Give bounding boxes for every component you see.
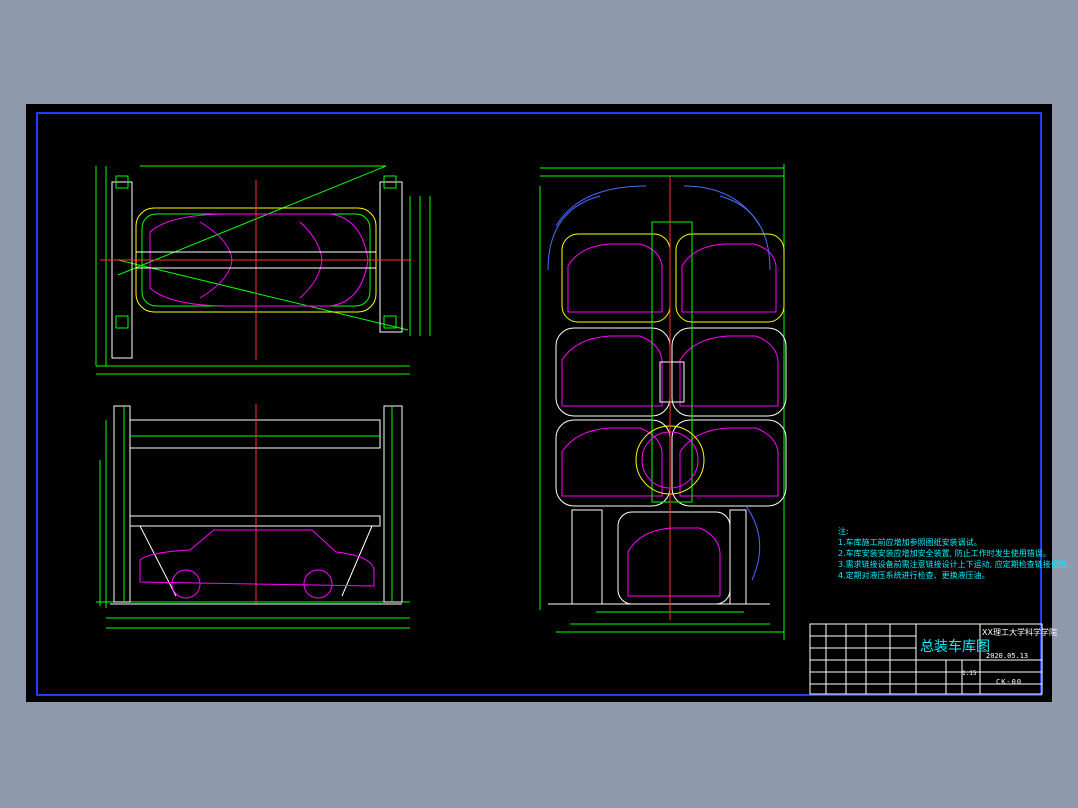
drawing-date: 2020.05.13 [986, 652, 1029, 660]
note-item-1: 1.车库施工前应增加参照图纸安装调试。 [838, 538, 982, 547]
notes-heading: 注: [838, 527, 849, 536]
drawing-title: 总装车库图 [920, 639, 990, 655]
school-name: XX理工大学科学学院 [982, 628, 1057, 637]
plan-view [95, 165, 431, 375]
drawing-scale: 1:15 [962, 670, 977, 677]
note-item-3: 3.需求链接设备前需注意链接设计上下运动, 应定期检查链接设施。 [838, 560, 1075, 569]
note-item-4: 4.定期对液压系统进行检查、更换液压油。 [838, 571, 990, 580]
drawing-code: CK-00 [996, 678, 1023, 686]
front-elevation [539, 164, 787, 640]
drawing-linework [95, 164, 1043, 695]
notes-block: 注: 1.车库施工前应增加参照图纸安装调试。 2.车库安装安装应增加安全装置, … [838, 526, 1075, 581]
note-item-2: 2.车库安装安装应增加安全装置, 防止工作时发生使用错误。 [838, 549, 1051, 558]
side-elevation [96, 404, 410, 629]
